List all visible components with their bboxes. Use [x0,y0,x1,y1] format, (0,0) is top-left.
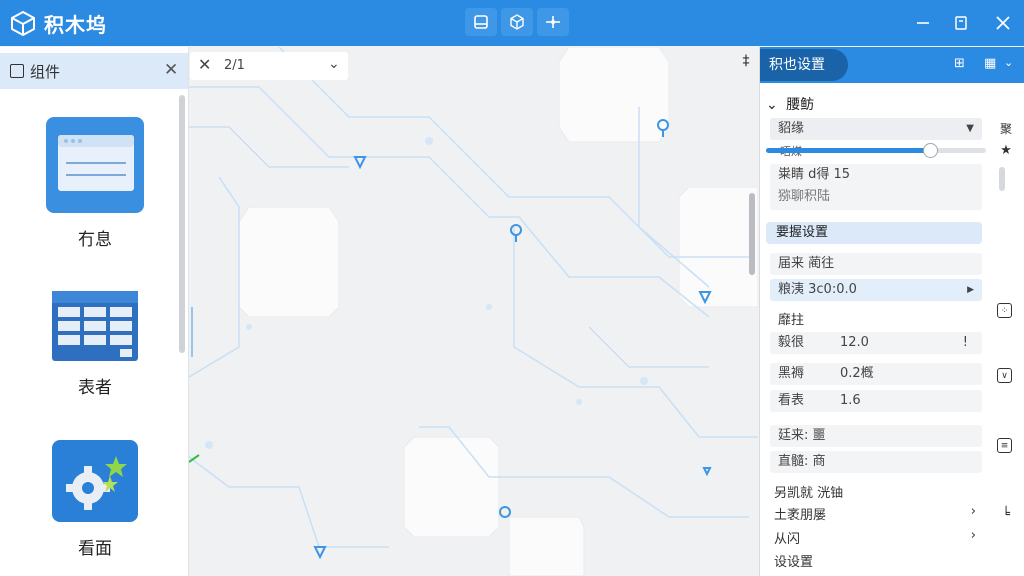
section-header[interactable]: ⌄ 腰鲂 ⌃ [766,94,1010,114]
layout-icon [474,15,488,29]
chevron-down-icon[interactable]: ⌄ [328,56,340,72]
chevron-right-icon: › [970,528,976,543]
dropdown-value: 貂缘 [778,121,805,136]
restore-button[interactable] [948,10,974,36]
dropdown-chevron-icon: ▼ [966,123,974,134]
component-label: 看面 [78,539,112,559]
app-logo-icon [11,10,35,36]
component-label: 冇息 [78,230,112,250]
toolbar [465,8,569,36]
components-scrollbar[interactable] [179,95,185,353]
sub-section-header[interactable]: 要握设置 [766,222,982,244]
close-panel-icon[interactable]: ✕ [164,60,178,80]
component-item-table[interactable]: 表者 [40,289,150,398]
properties-tab[interactable]: 积也设置 [760,49,848,81]
collapse-icon: ⌄ [766,97,778,113]
field-line: 粜睛 d得 15 [778,167,851,182]
property-row-label: 毅很 [778,335,805,350]
property-label: 靡拄 [778,313,805,328]
property-row-text: 粮洟 3c0:0.0 [778,282,857,297]
pin-icon[interactable]: ‡ [736,53,756,75]
property-label: 另凯就 洸铀 [774,486,844,501]
property-row-value: 0.2槪 [840,366,874,381]
component-item-gear[interactable]: 看面 [40,438,150,559]
editor-tab-name: 2/1 [224,58,245,73]
menu-item-expand[interactable]: 土袤朋屡 › [774,504,982,523]
minimize-button[interactable] [910,10,936,36]
layout-grid-icon[interactable]: ⊞ [954,56,965,71]
property-row[interactable]: 廷来: 噩 [770,425,982,447]
title-bar: 积木坞 [0,0,1024,46]
restore-icon [955,16,967,30]
property-row-selected[interactable]: 粮洟 3c0:0.0 ▶ [770,279,982,301]
settings-icon[interactable]: ▦ [984,56,996,71]
components-panel: 组件 ✕ 冇息 表者 看面 [0,47,189,576]
property-row-value: 1.6 [840,393,861,408]
table-icon [52,291,138,361]
play-icon[interactable]: ▶ [967,279,974,301]
pin-icon[interactable]: ! [963,332,968,354]
app-title: 积木坞 [44,13,107,37]
window-icon [46,117,144,213]
tree-icon[interactable]: ╘ [997,505,1015,523]
property-row[interactable]: 看表 1.6 [770,390,982,412]
property-dropdown[interactable]: 貂缘 ▼ [770,118,982,140]
star-icon[interactable]: ★ [997,141,1015,159]
close-icon [996,16,1010,30]
property-row[interactable]: 毅很 12.0 ! [770,332,982,354]
chevron-right-icon: › [970,504,976,519]
property-field-group[interactable]: 粜睛 d得 15 猕聊积陆 [770,164,982,210]
design-canvas[interactable] [189,47,758,576]
grid-icon[interactable]: ⁘ [997,303,1012,318]
opacity-slider[interactable] [766,143,986,158]
menu-item-label: 土袤朋屡 [774,508,827,523]
menu-item-expand[interactable]: 从闪 › [774,528,982,547]
component-label: 表者 [78,378,112,398]
right-toolbar: 聚 ★ ⁘ ∨ ≡ ╘ [991,83,1024,576]
field-line-secondary: 猕聊积陆 [778,189,831,204]
cube-icon [510,14,524,30]
property-row[interactable]: 黑褥 0.2槪 [770,363,982,385]
layout-button[interactable] [465,8,497,36]
connect-icon [546,16,560,28]
sidebar-scrollbar[interactable] [999,167,1005,191]
menu-item[interactable]: 设设置 [774,551,813,570]
property-row-value: 12.0 [840,335,869,350]
components-panel-header: 组件 ✕ [0,53,188,89]
property-row[interactable]: 届来 蔺往 [770,253,982,275]
section-title: 腰鲂 [786,97,815,113]
properties-panel: 积也设置 ⊞ ▦ ⌄ ⌄ 腰鲂 ⌃ 貂缘 ▼ 晤煤 粜睛 d得 15 猕聊积陆 … [759,47,1024,576]
property-row-label: 黑褥 [778,366,805,381]
circuit-background [189,47,758,576]
connect-button[interactable] [537,8,569,36]
component-item-message[interactable]: 冇息 [40,115,150,250]
chevron-down-icon[interactable]: ⌄ [1004,56,1013,69]
list-icon[interactable]: ≡ [997,438,1012,453]
gear-icon [52,440,138,522]
panel-checkbox-icon[interactable] [10,64,24,78]
close-button[interactable] [990,10,1016,36]
checkbox-icon[interactable]: ∨ [997,368,1012,383]
close-tab-icon[interactable]: ✕ [198,55,211,74]
cube-button[interactable] [501,8,533,36]
property-row-label: 看表 [778,393,805,408]
menu-item-label: 从闪 [774,532,801,547]
minimize-icon [917,22,929,24]
properties-header: 积也设置 ⊞ ▦ ⌄ [760,47,1024,83]
canvas-scrollbar[interactable] [749,193,755,275]
property-row[interactable]: 直髓: 商 [770,451,982,473]
sidebar-label: 聚 [999,121,1012,136]
editor-tab[interactable]: ✕ 2/1 ⌄ [190,52,348,80]
slider-fill [766,148,929,153]
components-panel-title: 组件 [30,63,61,81]
slider-knob[interactable] [922,143,938,158]
